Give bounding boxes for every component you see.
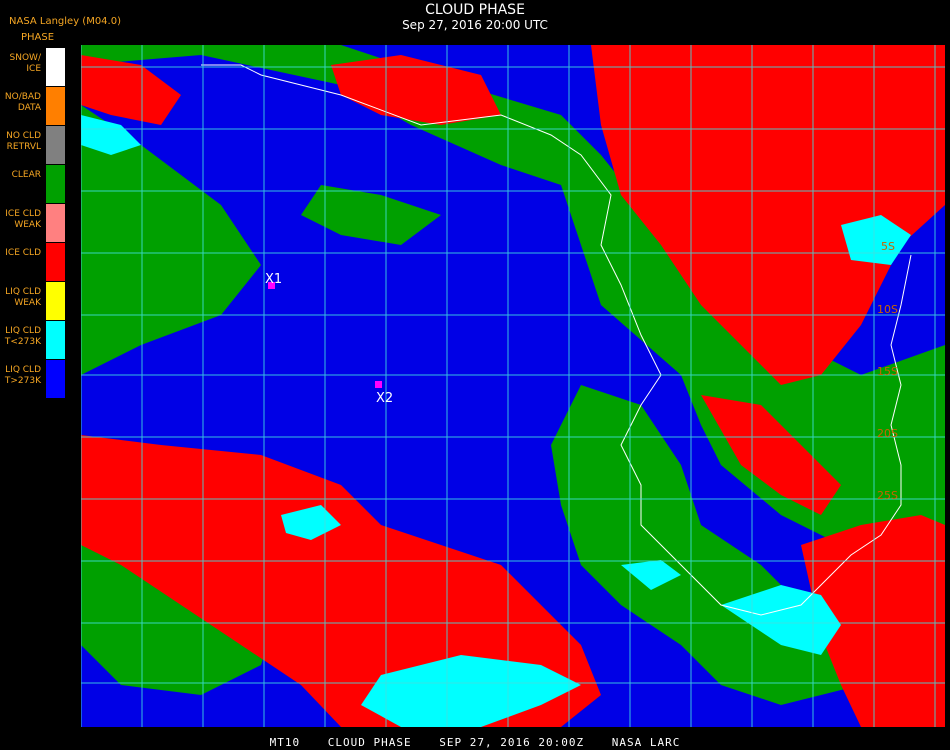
legend-swatch	[46, 321, 65, 359]
legend-item: CLEAR	[0, 165, 66, 204]
legend-item: NO/BAD DATA	[0, 87, 66, 126]
legend-item: SNOW/ ICE	[0, 48, 66, 87]
footer-name: CLOUD PHASE	[327, 736, 412, 749]
legend-label: ICE CLD	[5, 248, 41, 258]
legend-label: LIQ CLD T>273K	[4, 365, 41, 386]
map-canvas: 5S 10S 15S 20S 25S X1 X2	[81, 45, 945, 727]
footer-org: NASA LARC	[611, 736, 681, 749]
legend-swatch	[46, 360, 65, 398]
lat-label: 20S	[877, 427, 898, 440]
legend-swatch	[46, 87, 65, 125]
legend-swatch	[46, 282, 65, 320]
footer-caption: MT10 CLOUD PHASE SEP 27, 2016 20:00Z NAS…	[0, 736, 950, 749]
legend-swatch	[46, 48, 65, 86]
legend-swatch	[46, 243, 65, 281]
footer-date: SEP 27, 2016 20:00Z	[439, 736, 585, 749]
legend-swatch	[46, 165, 65, 203]
legend-label: NO/BAD DATA	[4, 92, 41, 113]
footer-product: MT10	[269, 736, 301, 749]
legend-label: SNOW/ ICE	[9, 53, 41, 74]
lat-label: 10S	[877, 303, 898, 316]
legend-item: ICE CLD	[0, 243, 66, 282]
legend-label: LIQ CLD T<273K	[4, 326, 41, 347]
legend-label: ICE CLD WEAK	[5, 209, 41, 230]
lat-label: 15S	[877, 365, 898, 378]
legend-item: LIQ CLD T<273K	[0, 321, 66, 360]
cloud-phase-map[interactable]: 5S 10S 15S 20S 25S X1 X2	[81, 45, 945, 727]
legend-item: NO CLD RETRVL	[0, 126, 66, 165]
site-marker-label: X1	[265, 272, 282, 287]
legend-item: LIQ CLD WEAK	[0, 282, 66, 321]
legend-swatch	[46, 204, 65, 242]
legend-swatch	[46, 126, 65, 164]
site-marker-label: X2	[376, 391, 393, 406]
site-marker[interactable]	[375, 381, 382, 388]
legend-label: NO CLD RETRVL	[6, 131, 41, 152]
legend-label: LIQ CLD WEAK	[5, 287, 41, 308]
legend-item: ICE CLD WEAK	[0, 204, 66, 243]
legend-title: PHASE	[21, 32, 55, 43]
page-title: CLOUD PHASE	[425, 2, 525, 18]
lat-label: 5S	[881, 240, 895, 253]
legend-label: CLEAR	[11, 170, 41, 180]
datetime-subtitle: Sep 27, 2016 20:00 UTC	[402, 18, 548, 32]
legend-item: LIQ CLD T>273K	[0, 360, 66, 399]
lat-label: 25S	[877, 489, 898, 502]
